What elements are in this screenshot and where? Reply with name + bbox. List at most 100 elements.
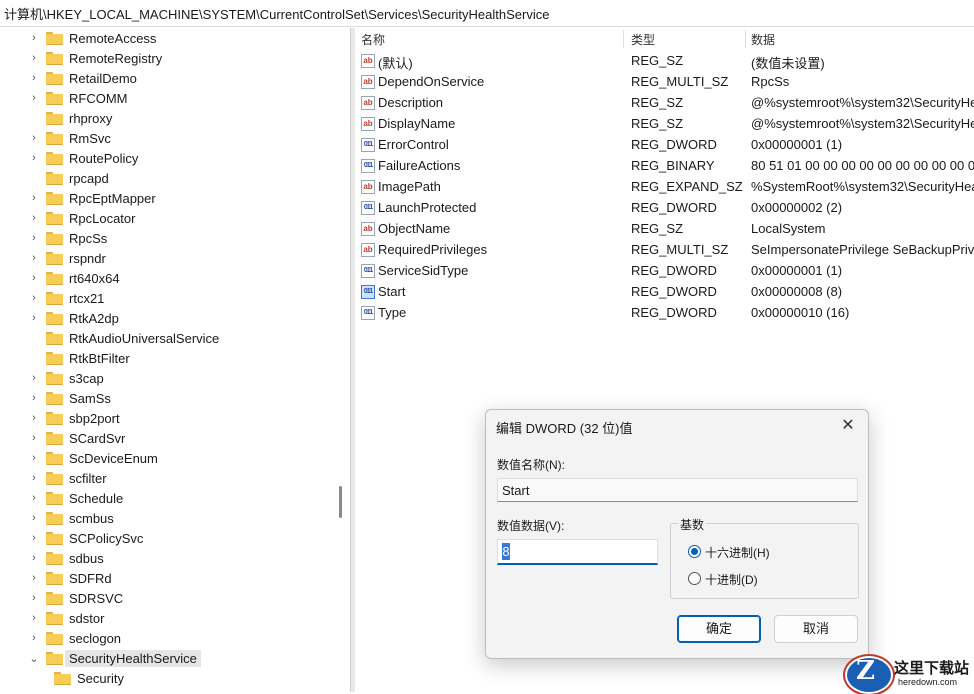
value-row[interactable]: 011 FailureActions REG_BINARY 80 51 01 00 0… [355,156,974,177]
tree-item[interactable]: › rtcx21 [28,288,104,308]
tree-item[interactable]: rpcapd [28,168,109,188]
tree-item[interactable]: › SCPolicySvc [28,528,143,548]
value-row[interactable]: 011 Start REG_DWORD 0x00000008 (8) [355,282,974,303]
value-row[interactable]: ab DisplayName REG_SZ @%systemroot%\system3… [355,114,974,135]
folder-icon [46,111,63,125]
chevron-icon[interactable]: › [28,612,40,624]
chevron-icon[interactable]: › [28,632,40,644]
chevron-icon[interactable]: › [28,492,40,504]
folder-icon [46,131,63,145]
tree-item[interactable]: Security [36,668,124,688]
tree-item[interactable]: › RmSvc [28,128,111,148]
tree-item[interactable]: › RFCOMM [28,88,127,108]
chevron-icon[interactable]: › [28,372,40,384]
chevron-icon[interactable]: › [28,212,40,224]
value-row[interactable]: ab (默认) REG_SZ (数值未设置) [355,51,974,72]
tree-scrollbar-thumb[interactable] [339,486,342,518]
tree-item[interactable]: › rspndr [28,248,106,268]
chevron-icon[interactable]: › [28,52,40,64]
column-header-name[interactable]: 名称 [361,28,621,50]
tree-item[interactable]: › seclogon [28,628,121,648]
value-row[interactable]: ab Description REG_SZ @%systemroot%\system3… [355,93,974,114]
key-tree[interactable]: › RemoteAccess › RemoteRegistry › RetailDemo ›… [0,28,333,692]
value-row[interactable]: 011 Type REG_DWORD 0x00000010 (16) [355,303,974,324]
cancel-button[interactable]: 取消 [774,615,858,643]
tree-item[interactable]: › sbp2port [28,408,119,428]
tree-item[interactable]: › RtkA2dp [28,308,119,328]
column-header-data[interactable]: 数据 [751,28,971,50]
tree-item[interactable]: › ScDeviceEnum [28,448,158,468]
tree-item[interactable]: › SDRSVC [28,588,123,608]
chevron-icon[interactable]: › [28,572,40,584]
tree-item[interactable]: › s3cap [28,368,104,388]
chevron-icon[interactable]: › [28,412,40,424]
value-name: ServiceSidType [378,263,469,278]
tree-item[interactable]: › scmbus [28,508,114,528]
tree-scrollbar[interactable] [333,28,349,692]
column-separator[interactable] [623,30,624,48]
chevron-icon[interactable]: › [28,92,40,104]
chevron-icon[interactable]: ⌄ [28,652,40,665]
folder-icon [46,91,63,105]
value-row[interactable]: ab DependOnService REG_MULTI_SZ RpcSs [355,72,974,93]
tree-item[interactable]: › RemoteRegistry [28,48,162,68]
ok-button[interactable]: 确定 [677,615,761,643]
radio-hexadecimal[interactable] [688,545,701,558]
value-row[interactable]: ab RequiredPrivileges REG_MULTI_SZ SeImpers… [355,240,974,261]
tree-item[interactable]: › rt640x64 [28,268,119,288]
address-bar[interactable]: 计算机\HKEY_LOCAL_MACHINE\SYSTEM\CurrentCon… [0,0,974,27]
close-icon[interactable]: ✕ [836,415,860,437]
tree-item[interactable]: › RetailDemo [28,68,137,88]
column-separator[interactable] [745,30,746,48]
value-data-text[interactable]: 8 [502,543,510,560]
tree-item-label: RpcEptMapper [69,190,156,206]
chevron-icon[interactable]: › [28,512,40,524]
tree-item[interactable]: › scfilter [28,468,106,488]
value-data-input[interactable] [497,539,658,565]
chevron-icon[interactable]: › [28,192,40,204]
chevron-icon[interactable]: › [28,452,40,464]
column-header-type[interactable]: 类型 [631,28,745,50]
chevron-icon[interactable]: › [28,552,40,564]
tree-item[interactable]: › SDFRd [28,568,111,588]
chevron-icon[interactable]: › [28,292,40,304]
tree-item[interactable]: › SamSs [28,388,111,408]
value-row[interactable]: 011 ServiceSidType REG_DWORD 0x00000001 (1) [355,261,974,282]
value-row[interactable]: 011 ErrorControl REG_DWORD 0x00000001 (1) [355,135,974,156]
chevron-icon[interactable]: › [28,532,40,544]
chevron-icon[interactable]: › [28,32,40,44]
value-type: REG_BINARY [631,158,715,173]
value-row[interactable]: ab ImagePath REG_EXPAND_SZ %SystemRoot%\sys… [355,177,974,198]
chevron-icon[interactable]: › [28,152,40,164]
tree-item[interactable]: › Schedule [28,488,123,508]
chevron-icon[interactable]: › [28,232,40,244]
tree-item[interactable]: › sdbus [28,548,104,568]
address-path: 计算机\HKEY_LOCAL_MACHINE\SYSTEM\CurrentCon… [4,6,550,22]
tree-item[interactable]: RtkAudioUniversalService [28,328,219,348]
value-row[interactable]: ab ObjectName REG_SZ LocalSystem [355,219,974,240]
tree-item[interactable]: › RoutePolicy [28,148,138,168]
chevron-icon[interactable]: › [28,472,40,484]
tree-item[interactable]: › sdstor [28,608,104,628]
chevron-icon[interactable]: › [28,72,40,84]
value-row[interactable]: 011 LaunchProtected REG_DWORD 0x00000002 (2… [355,198,974,219]
chevron-icon[interactable]: › [28,312,40,324]
chevron-icon[interactable]: › [28,592,40,604]
tree-item[interactable]: › RpcEptMapper [28,188,156,208]
tree-item[interactable]: RtkBtFilter [28,348,130,368]
chevron-icon[interactable]: › [28,272,40,284]
chevron-icon[interactable]: › [28,252,40,264]
tree-item[interactable]: rhproxy [28,108,112,128]
tree-item[interactable]: › RemoteAccess [28,28,156,48]
radio-decimal-label[interactable]: 十进制(D) [705,571,758,588]
radio-hexadecimal-label[interactable]: 十六进制(H) [705,544,770,561]
radio-decimal[interactable] [688,572,701,585]
tree-item[interactable]: › RpcSs [28,228,107,248]
chevron-icon[interactable]: › [28,392,40,404]
tree-item[interactable]: › SCardSvr [28,428,125,448]
chevron-icon[interactable]: › [28,132,40,144]
value-type: REG_DWORD [631,284,717,299]
chevron-icon[interactable]: › [28,432,40,444]
tree-item[interactable]: › RpcLocator [28,208,135,228]
tree-item[interactable]: ⌄ SecurityHealthService [28,648,201,668]
